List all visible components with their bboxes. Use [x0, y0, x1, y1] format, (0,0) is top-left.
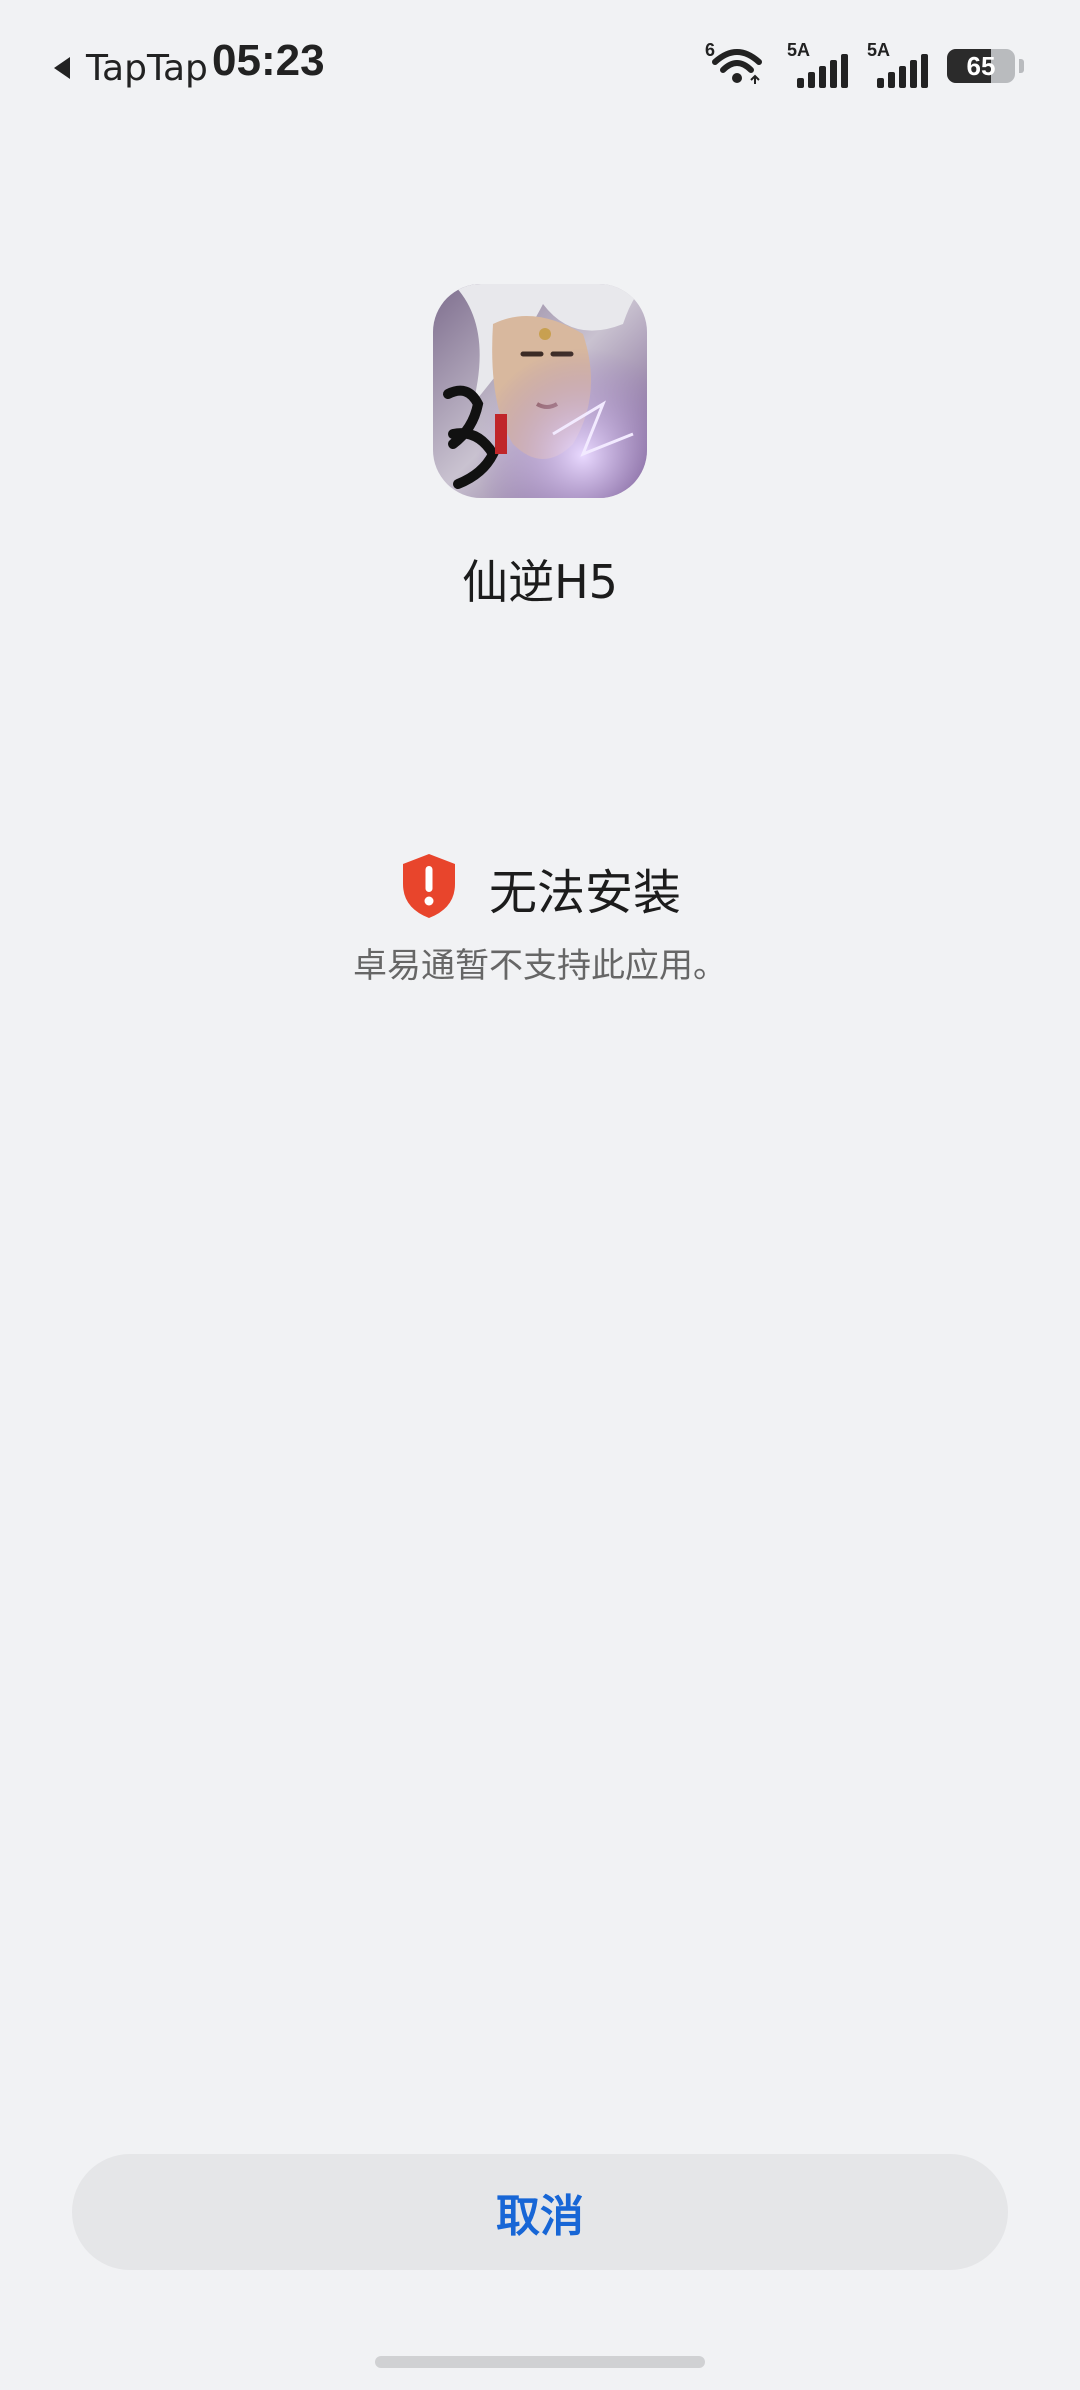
home-indicator[interactable] — [375, 2356, 705, 2368]
wifi-icon: 6 — [705, 40, 769, 88]
error-title: 无法安装 — [488, 865, 681, 921]
status-bar: TapTap 05:23 6 5A 5A 65 — [0, 0, 1080, 132]
back-triangle-icon — [52, 55, 72, 81]
cancel-label: 取消 — [496, 2191, 584, 2242]
back-to-app[interactable]: TapTap — [52, 40, 208, 96]
app-icon — [433, 284, 647, 498]
battery-level: 65 — [966, 51, 996, 81]
back-app-label: TapTap — [86, 47, 208, 89]
shield-alert-icon — [399, 852, 459, 924]
status-icons: 6 5A 5A 65 — [705, 40, 1024, 88]
cell-signal-2-icon: 5A — [867, 40, 929, 88]
install-error-header: 无法安装 — [0, 852, 1080, 924]
clock: 05:23 — [212, 36, 325, 85]
battery-icon: 65 — [947, 49, 1015, 83]
cell-signal-1-icon: 5A — [787, 40, 849, 88]
error-message: 卓易通暂不支持此应用。 — [353, 946, 727, 986]
app-name: 仙逆H5 — [462, 555, 618, 609]
battery-tip — [1019, 59, 1024, 73]
cancel-button[interactable]: 取消 — [72, 2154, 1008, 2270]
